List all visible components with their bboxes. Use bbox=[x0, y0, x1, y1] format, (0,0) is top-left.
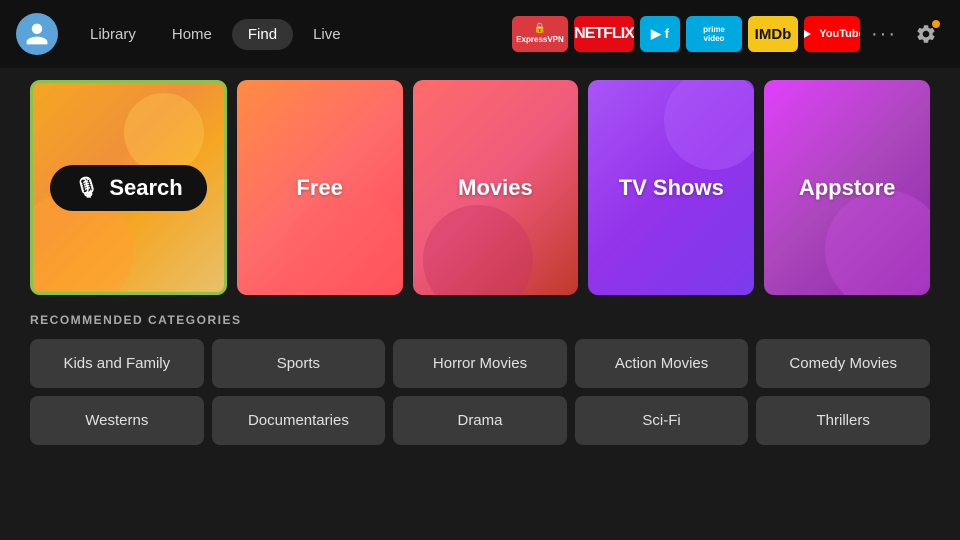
nav-live[interactable]: Live bbox=[297, 19, 357, 50]
freevee-icon[interactable]: ▶ f bbox=[640, 16, 680, 52]
app-icons-bar: 🔒 ExpressVPN NETFLIX ▶ f primevideo IMDb… bbox=[512, 16, 944, 52]
category-drama[interactable]: Drama bbox=[393, 396, 567, 445]
category-sports[interactable]: Sports bbox=[212, 339, 386, 388]
microphone-icon: 🎙 bbox=[74, 175, 99, 200]
top-nav: Library Home Find Live 🔒 ExpressVPN NETF… bbox=[0, 0, 960, 68]
yt-play-icon bbox=[804, 28, 815, 40]
main-content: 🎙 Search Free Movies TV Shows Appstore R… bbox=[0, 68, 960, 445]
nav-find[interactable]: Find bbox=[232, 19, 293, 50]
category-documentaries[interactable]: Documentaries bbox=[212, 396, 386, 445]
search-button[interactable]: 🎙 Search bbox=[50, 165, 207, 211]
settings-notification-dot bbox=[932, 20, 940, 28]
category-grid: Kids and Family Sports Horror Movies Act… bbox=[30, 339, 930, 445]
category-westerns[interactable]: Westerns bbox=[30, 396, 204, 445]
category-scifi[interactable]: Sci-Fi bbox=[575, 396, 749, 445]
category-thrillers[interactable]: Thrillers bbox=[756, 396, 930, 445]
category-action[interactable]: Action Movies bbox=[575, 339, 749, 388]
settings-button[interactable] bbox=[908, 16, 944, 52]
category-comedy[interactable]: Comedy Movies bbox=[756, 339, 930, 388]
tvshows-tile-label: TV Shows bbox=[619, 175, 724, 201]
appstore-tile[interactable]: Appstore bbox=[764, 80, 930, 295]
search-label: Search bbox=[109, 175, 182, 201]
primevideo-icon[interactable]: primevideo bbox=[686, 16, 742, 52]
avatar[interactable] bbox=[16, 13, 58, 55]
nav-links: Library Home Find Live bbox=[74, 19, 357, 50]
nav-library[interactable]: Library bbox=[74, 19, 152, 50]
appstore-tile-label: Appstore bbox=[799, 175, 896, 201]
recommended-title: RECOMMENDED CATEGORIES bbox=[30, 313, 930, 327]
category-horror[interactable]: Horror Movies bbox=[393, 339, 567, 388]
category-kids[interactable]: Kids and Family bbox=[30, 339, 204, 388]
category-tiles: 🎙 Search Free Movies TV Shows Appstore bbox=[30, 80, 930, 295]
imdb-icon[interactable]: IMDb bbox=[748, 16, 798, 52]
more-apps-button[interactable]: ··· bbox=[866, 16, 902, 52]
nav-home[interactable]: Home bbox=[156, 19, 228, 50]
search-tile[interactable]: 🎙 Search bbox=[30, 80, 227, 295]
netflix-icon[interactable]: NETFLIX bbox=[574, 16, 634, 52]
tvshows-tile[interactable]: TV Shows bbox=[588, 80, 754, 295]
movies-tile[interactable]: Movies bbox=[413, 80, 579, 295]
free-tile-label: Free bbox=[296, 175, 342, 201]
recommended-section: RECOMMENDED CATEGORIES Kids and Family S… bbox=[30, 313, 930, 445]
expressvpn-icon[interactable]: 🔒 ExpressVPN bbox=[512, 16, 568, 52]
youtube-icon[interactable]: YouTube bbox=[804, 16, 860, 52]
free-tile[interactable]: Free bbox=[237, 80, 403, 295]
movies-tile-label: Movies bbox=[458, 175, 533, 201]
